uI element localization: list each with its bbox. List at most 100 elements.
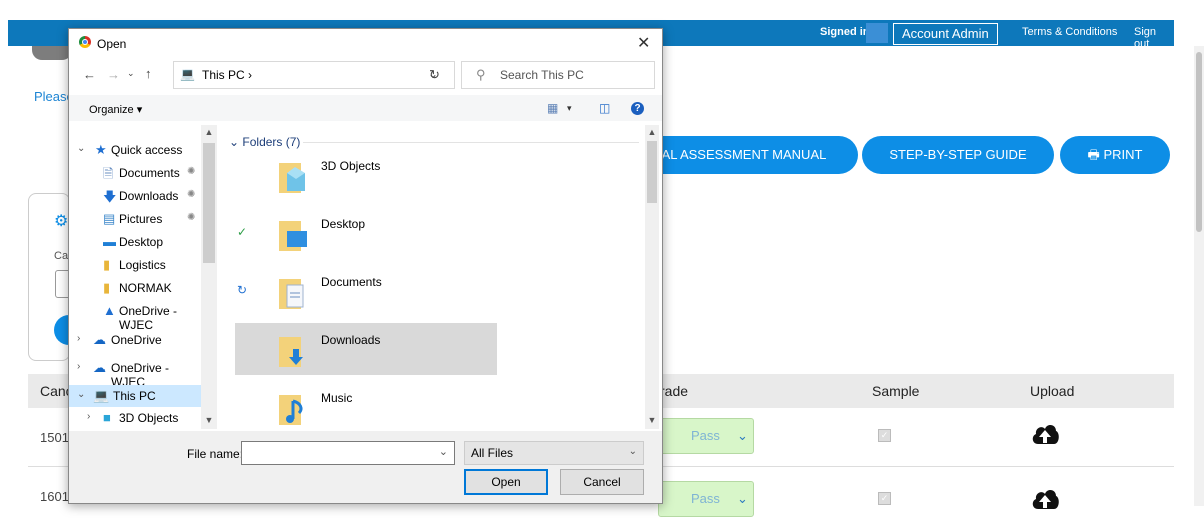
nav-label: 3D Objects <box>119 411 179 425</box>
content-scrollbar-thumb[interactable] <box>647 141 657 203</box>
nav-item-downloads[interactable]: 🡇 Downloads ✺ <box>69 185 201 207</box>
scroll-up-arrow-icon[interactable]: ▲ <box>201 127 217 137</box>
nav-item-logistics[interactable]: ▮ Logistics <box>69 254 201 276</box>
page-scrollbar-thumb[interactable] <box>1196 52 1202 232</box>
nav-item-pictures[interactable]: ▤ Pictures ✺ <box>69 208 201 230</box>
account-admin-link[interactable]: Account Admin <box>893 23 998 45</box>
page-scrollbar[interactable] <box>1194 46 1204 506</box>
chevron-down-icon: ⌄ <box>737 491 748 506</box>
grade-value: Pass <box>691 428 720 443</box>
sample-checkbox[interactable]: ✓ <box>878 429 891 442</box>
username-redacted <box>866 23 888 43</box>
file-name-input[interactable]: ⌄ <box>241 441 455 465</box>
nav-item-desktop[interactable]: ▬ Desktop <box>69 231 201 253</box>
organize-menu[interactable]: Organize ▾ <box>89 103 142 116</box>
navigation-scrollbar-thumb[interactable] <box>203 143 215 263</box>
tab-handle <box>32 46 72 60</box>
expand-chevron-icon[interactable]: › <box>77 361 80 372</box>
back-arrow-icon[interactable]: ← <box>83 67 96 82</box>
scroll-up-arrow-icon[interactable]: ▲ <box>645 127 659 137</box>
sign-out-link[interactable]: Sign out <box>1134 26 1174 50</box>
sync-check-icon: ✓ <box>237 225 248 239</box>
sample-checkbox[interactable]: ✓ <box>878 492 891 505</box>
upload-cloud-icon[interactable] <box>1030 420 1060 446</box>
address-path: This PC › <box>202 68 253 82</box>
folder-label: 3D Objects <box>321 159 381 173</box>
cancel-button[interactable]: Cancel <box>560 469 644 495</box>
close-icon[interactable]: ✕ <box>637 33 650 53</box>
nav-label: Quick access <box>111 143 183 157</box>
view-dropdown-chevron-icon[interactable]: ▾ <box>567 103 572 114</box>
view-options-icon[interactable]: ▦ <box>547 101 558 115</box>
folder-item-desktop[interactable]: ✓ Desktop <box>235 207 497 259</box>
desktop-folder-icon <box>279 221 307 251</box>
nav-label: Desktop <box>119 235 164 249</box>
downloads-icon: 🡇 <box>103 189 117 204</box>
pictures-icon: ▤ <box>103 211 116 226</box>
folder-label: Downloads <box>321 333 381 347</box>
cloud-icon: ☁ <box>93 360 106 375</box>
help-icon[interactable]: ? <box>631 102 644 115</box>
chevron-down-icon: ⌄ <box>628 446 637 457</box>
terms-link[interactable]: Terms & Conditions <box>1022 26 1117 38</box>
folder-item-music[interactable]: Music <box>235 381 497 429</box>
this-pc-icon: 💻 <box>180 67 195 81</box>
navigation-scrollbar[interactable]: ▲ ▼ <box>201 125 217 429</box>
expand-chevron-icon[interactable]: › <box>87 411 90 422</box>
search-input[interactable] <box>498 67 652 83</box>
scroll-down-arrow-icon[interactable]: ▼ <box>201 415 217 425</box>
chrome-icon <box>79 36 91 48</box>
group-header[interactable]: ⌄ Folders (7) <box>229 135 300 149</box>
open-file-dialog: Open ✕ ← → ⌄ ↑ 💻 This PC › ⌄ ↻ ⚲ Organiz… <box>68 28 663 504</box>
file-type-value: All Files <box>471 446 514 460</box>
file-type-select[interactable]: All Files ⌄ <box>464 441 644 465</box>
nav-label: This PC <box>113 389 156 403</box>
print-button[interactable]: 🖶 PRINT <box>1060 136 1170 174</box>
nav-item-quick-access[interactable]: ⌄ ★ Quick access <box>69 139 201 161</box>
upload-cloud-icon[interactable] <box>1030 485 1060 511</box>
folder-item-documents[interactable]: ↻ Documents <box>235 265 497 317</box>
nav-item-onedrive-wjec-folder[interactable]: ▲ OneDrive - WJEC <box>69 300 201 332</box>
expand-chevron-icon[interactable]: ⌄ <box>77 143 85 154</box>
folder-item-downloads[interactable]: Downloads <box>235 323 497 375</box>
file-name-dropdown-chevron-icon[interactable]: ⌄ <box>439 445 448 458</box>
nav-item-onedrive[interactable]: › ☁ OneDrive <box>69 329 201 351</box>
nav-item-onedrive-wjec[interactable]: › ☁ OneDrive - WJEC <box>69 357 201 389</box>
content-scrollbar[interactable]: ▲ ▼ <box>645 125 659 429</box>
music-folder-icon <box>279 395 303 425</box>
nav-item-normak[interactable]: ▮ NORMAK <box>69 277 201 299</box>
sync-pending-icon: ↻ <box>237 283 248 297</box>
assessment-manual-button[interactable]: AL ASSESSMENT MANUAL <box>630 136 858 174</box>
print-label: PRINT <box>1103 147 1143 162</box>
nav-item-this-pc[interactable]: ⌄ 💻 This PC <box>69 385 201 407</box>
grade-select[interactable]: Pass ⌄ <box>658 481 754 517</box>
pin-icon: ✺ <box>187 166 196 177</box>
chevron-down-icon: ⌄ <box>737 428 748 443</box>
forward-arrow-icon[interactable]: → <box>107 67 120 82</box>
search-box[interactable]: ⚲ <box>461 61 655 89</box>
group-divider <box>303 142 639 143</box>
scroll-down-arrow-icon[interactable]: ▼ <box>645 415 659 425</box>
3d-objects-folder-icon <box>279 163 305 193</box>
nav-item-3d-objects[interactable]: › ■ 3D Objects <box>69 407 201 425</box>
step-by-step-guide-button[interactable]: STEP-BY-STEP GUIDE <box>862 136 1054 174</box>
nav-item-documents[interactable]: 🗎 Documents ✺ <box>69 162 201 184</box>
nav-label: Pictures <box>119 212 163 226</box>
grade-select[interactable]: Pass ⌄ <box>658 418 754 454</box>
up-arrow-icon[interactable]: ↑ <box>145 66 152 81</box>
open-button[interactable]: Open <box>464 469 548 495</box>
folder-label: Documents <box>321 275 382 289</box>
expand-chevron-icon[interactable]: › <box>77 333 80 344</box>
address-bar[interactable]: 💻 This PC › ⌄ <box>173 61 455 89</box>
nav-label: Logistics <box>119 258 166 272</box>
candidate-number: 1501 <box>40 430 69 445</box>
refresh-icon[interactable]: ↻ <box>429 67 440 83</box>
folder-item-3d-objects[interactable]: 3D Objects <box>235 149 497 201</box>
expand-chevron-icon[interactable]: ⌄ <box>77 389 85 400</box>
cloud-icon: ☁ <box>93 332 106 347</box>
recent-locations-chevron-icon[interactable]: ⌄ <box>127 68 135 79</box>
header-upload: Upload <box>1030 383 1075 399</box>
folder-icon: ▮ <box>103 280 111 295</box>
documents-icon: 🗎 <box>103 166 114 181</box>
preview-pane-icon[interactable]: ◫ <box>599 101 610 115</box>
